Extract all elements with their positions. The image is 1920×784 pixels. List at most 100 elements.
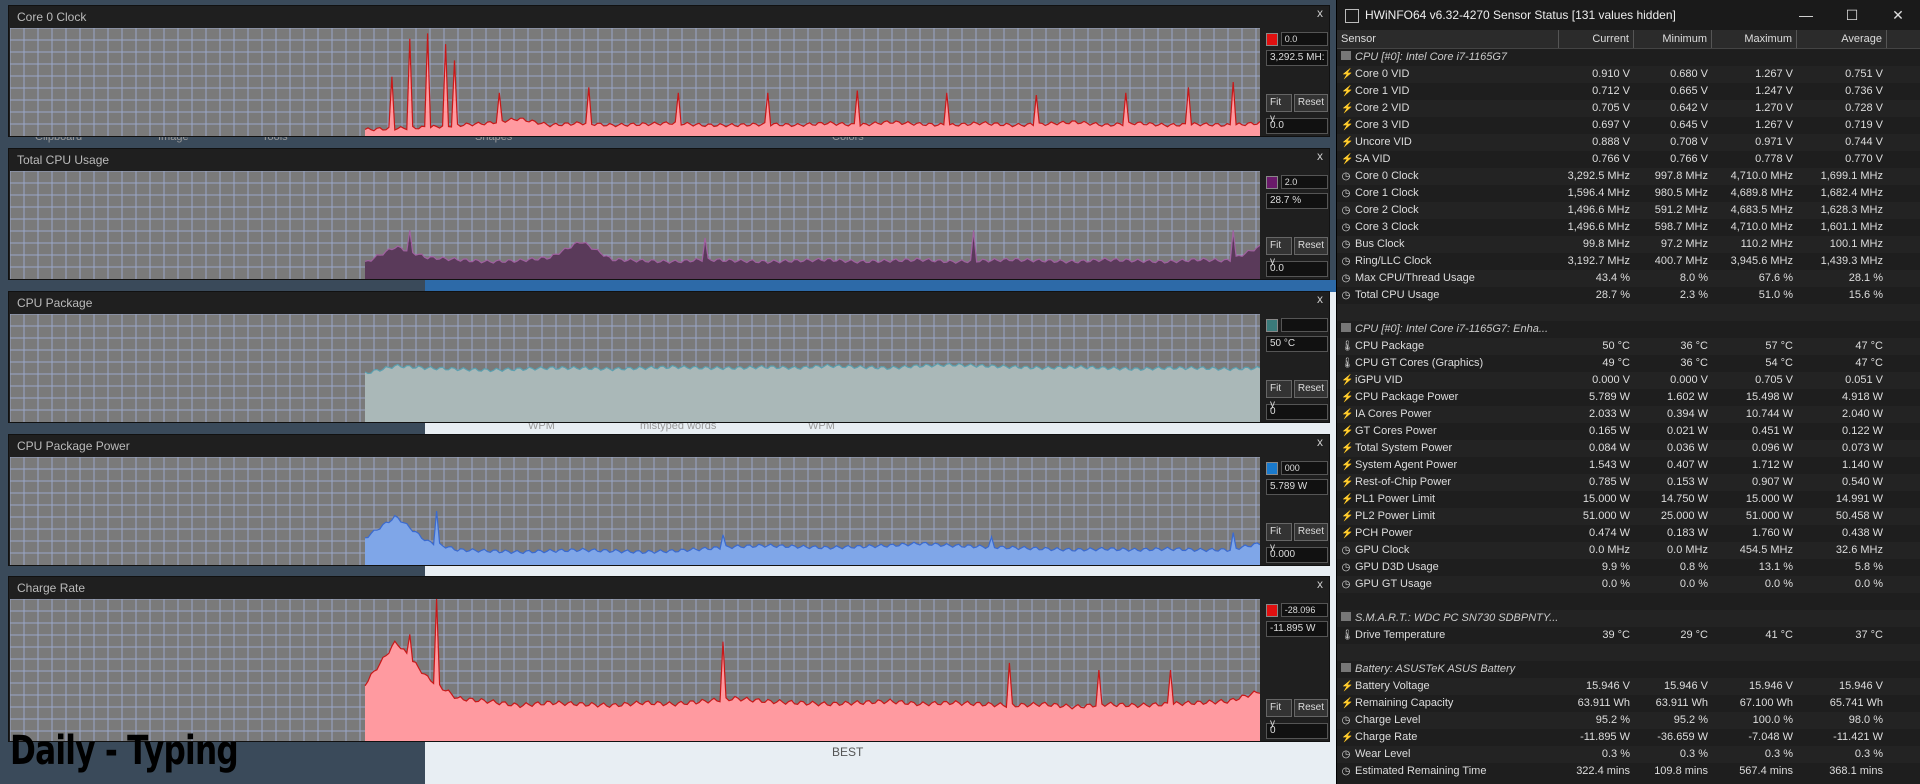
column-header-sensor[interactable]: Sensor — [1337, 30, 1559, 48]
sensor-row[interactable]: ⚡ CPU Package Power 5.789 W 1.602 W 15.498 W… — [1337, 389, 1920, 406]
sensor-row[interactable]: ◷ GPU D3D Usage 9.9 % 0.8 % 13.1 % 5.8 % — [1337, 559, 1920, 576]
sensor-row[interactable]: ⚡ PCH Power 0.474 W 0.183 W 1.760 W 0.438 W — [1337, 525, 1920, 542]
reset-button[interactable]: Reset — [1293, 699, 1328, 717]
sensor-value-minimum: 36 °C — [1680, 340, 1708, 352]
sensor-row[interactable]: ◷ Max CPU/Thread Usage 43.4 % 8.0 % 67.6 % 28… — [1337, 270, 1920, 287]
sensor-row[interactable]: ⚡ Total System Power 0.084 W 0.036 W 0.096 W… — [1337, 440, 1920, 457]
graph-close-icon[interactable]: x — [1317, 577, 1323, 591]
reset-button[interactable]: Reset — [1293, 380, 1328, 398]
series-color-swatch[interactable] — [1266, 603, 1278, 617]
column-header-average[interactable]: Average — [1797, 30, 1887, 48]
sensor-value-average: 47 °C — [1855, 340, 1883, 352]
sensor-row[interactable]: ◷ Estimated Remaining Time 322.4 mins 109.8… — [1337, 763, 1920, 780]
sensor-row[interactable]: ⚡ Core 1 VID 0.712 V 0.665 V 1.247 V 0.736 V — [1337, 83, 1920, 100]
sensor-value-minimum: 0.665 V — [1670, 85, 1708, 97]
sensor-value-minimum: 598.7 MHz — [1654, 221, 1708, 233]
sensor-row[interactable]: ◷ GPU GT Usage 0.0 % 0.0 % 0.0 % 0.0 % — [1337, 576, 1920, 593]
reset-button[interactable]: Reset — [1293, 237, 1328, 255]
graph-close-icon[interactable]: x — [1317, 435, 1323, 449]
fit-y-button[interactable]: Fit y — [1266, 237, 1292, 267]
sensor-row[interactable]: 🌡 CPU GT Cores (Graphics) 49 °C 36 °C 54 °C 4… — [1337, 355, 1920, 372]
sensor-row[interactable]: ⚡ Core 0 VID 0.910 V 0.680 V 1.267 V 0.751 V — [1337, 66, 1920, 83]
sensor-row[interactable]: ◷ Core 3 Clock 1,496.6 MHz 598.7 MHz 4,710.0… — [1337, 219, 1920, 236]
fit-y-button[interactable]: Fit y — [1266, 94, 1292, 124]
sensor-row[interactable]: ◷ Wear Level 0.3 % 0.3 % 0.3 % 0.3 % — [1337, 746, 1920, 763]
voltage-icon: ⚡ — [1341, 698, 1354, 709]
sensor-value-maximum: 0.705 V — [1755, 374, 1793, 386]
sensor-row[interactable]: ◷ Core 1 Clock 1,596.4 MHz 980.5 MHz 4,689.8… — [1337, 185, 1920, 202]
hwinfo-titlebar[interactable]: HWiNFO64 v6.32-4270 Sensor Status [131 v… — [1337, 0, 1920, 30]
graph-window[interactable]: CPU Package x 50 °C Fit yReset 0 — [8, 291, 1330, 423]
reset-button[interactable]: Reset — [1293, 94, 1328, 112]
graph-window[interactable]: CPU Package Power x 000 5.789 W Fit yReset 0.… — [8, 434, 1330, 566]
sensor-value-average: 1,682.4 MHz — [1820, 187, 1883, 199]
sensor-value-current: 95.2 % — [1595, 714, 1630, 726]
graph-window[interactable]: Charge Rate x -28.096 -11.895 W Fit yReset 0 — [8, 576, 1330, 742]
sensor-row[interactable]: ⚡ Charge Rate -11.895 W -36.659 W -7.048 W -1… — [1337, 729, 1920, 746]
sensor-row[interactable]: ⚡ iGPU VID 0.000 V 0.000 V 0.705 V 0.051 V — [1337, 372, 1920, 389]
sensor-row[interactable]: ⚡ Rest-of-Chip Power 0.785 W 0.153 W 0.907 W… — [1337, 474, 1920, 491]
sensor-group-row[interactable]: CPU [#0]: Intel Core i7-1165G7 — [1337, 49, 1920, 66]
sensor-row[interactable]: ⚡ Core 3 VID 0.697 V 0.645 V 1.267 V 0.719 V — [1337, 117, 1920, 134]
minimize-button[interactable]: — — [1783, 0, 1829, 30]
sensor-row[interactable]: ◷ Core 2 Clock 1,496.6 MHz 591.2 MHz 4,683.5… — [1337, 202, 1920, 219]
sensor-name: CPU Package — [1355, 340, 1425, 352]
sensor-row[interactable]: 🌡 Drive Temperature 39 °C 29 °C 41 °C 37 °C — [1337, 627, 1920, 644]
fit-y-button[interactable]: Fit y — [1266, 699, 1292, 729]
sensor-row[interactable]: ⚡ Battery Voltage 15.946 V 15.946 V 15.946 V… — [1337, 678, 1920, 695]
sensor-value-maximum: 1.267 V — [1755, 119, 1793, 131]
sensor-row[interactable]: ⚡ Uncore VID 0.888 V 0.708 V 0.971 V 0.744 V — [1337, 134, 1920, 151]
sensor-row[interactable]: ◷ GPU Clock 0.0 MHz 0.0 MHz 454.5 MHz 32.6 MH… — [1337, 542, 1920, 559]
sensor-name: Core 2 VID — [1355, 102, 1410, 114]
column-header-maximum[interactable]: Maximum — [1712, 30, 1797, 48]
sensor-row[interactable]: ⚡ IA Cores Power 2.033 W 0.394 W 10.744 W 2.0… — [1337, 406, 1920, 423]
sensor-value-current: 0.3 % — [1601, 748, 1630, 760]
graph-close-icon[interactable]: x — [1317, 6, 1323, 20]
sensor-row[interactable]: ◷ Core 0 Clock 3,292.5 MHz 997.8 MHz 4,710.0… — [1337, 168, 1920, 185]
sensor-row[interactable]: ⚡ GT Cores Power 0.165 W 0.021 W 0.451 W 0.12… — [1337, 423, 1920, 440]
clock-icon: ◷ — [1341, 766, 1351, 777]
column-header-current[interactable]: Current — [1559, 30, 1634, 48]
sensor-value-average: 50.458 W — [1835, 510, 1883, 522]
close-button[interactable]: ✕ — [1875, 0, 1920, 30]
graph-close-icon[interactable]: x — [1317, 292, 1323, 306]
sensor-row[interactable]: ◷ Charge Level 95.2 % 95.2 % 100.0 % 98.0 % — [1337, 712, 1920, 729]
sensor-value-average: 1.140 W — [1842, 459, 1883, 471]
graph-window[interactable]: Core 0 Clock x 0.0 3,292.5 MH: Fit yReset 0.0 — [8, 5, 1330, 137]
fit-y-button[interactable]: Fit y — [1266, 380, 1292, 410]
series-color-swatch[interactable] — [1266, 32, 1278, 46]
voltage-icon: ⚡ — [1341, 392, 1354, 403]
voltage-icon: ⚡ — [1341, 443, 1354, 454]
series-color-swatch[interactable] — [1266, 461, 1278, 475]
reset-button[interactable]: Reset — [1293, 523, 1328, 541]
sensor-row[interactable]: ⚡ Remaining Capacity 63.911 Wh 63.911 Wh 67.… — [1337, 695, 1920, 712]
sensor-row[interactable]: ⚡ System Agent Power 1.543 W 0.407 W 1.712 W… — [1337, 457, 1920, 474]
sensor-row[interactable]: ⚡ PL1 Power Limit 15.000 W 14.750 W 15.000 W… — [1337, 491, 1920, 508]
fit-y-button[interactable]: Fit y — [1266, 523, 1292, 553]
sensor-row[interactable]: ◷ Total CPU Usage 28.7 % 2.3 % 51.0 % 15.6 % — [1337, 287, 1920, 304]
sensor-value-minimum: 0.0 MHz — [1667, 544, 1708, 556]
sensor-group-row[interactable]: Battery: ASUSTeK ASUS Battery — [1337, 661, 1920, 678]
sensor-value-minimum: 63.911 Wh — [1655, 697, 1708, 709]
series-color-swatch[interactable] — [1266, 318, 1278, 332]
sensor-group-row[interactable]: S.M.A.R.T.: WDC PC SN730 SDBPNTY... — [1337, 610, 1920, 627]
graph-close-icon[interactable]: x — [1317, 149, 1323, 163]
sensor-row[interactable]: ⚡ Core 2 VID 0.705 V 0.642 V 1.270 V 0.728 V — [1337, 100, 1920, 117]
graph-controls: 000 5.789 W Fit yReset 0.000 — [1266, 461, 1328, 563]
sensor-value-current: 0.910 V — [1592, 68, 1630, 80]
sensor-name: Uncore VID — [1355, 136, 1412, 148]
sensor-row[interactable]: ⚡ PL2 Power Limit 51.000 W 25.000 W 51.000 W… — [1337, 508, 1920, 525]
sensor-name: PL1 Power Limit — [1355, 493, 1436, 505]
sensor-value-average: 1,601.1 MHz — [1820, 221, 1883, 233]
series-color-swatch[interactable] — [1266, 175, 1278, 189]
sensor-row[interactable]: ◷ Bus Clock 99.8 MHz 97.2 MHz 110.2 MHz 100.1… — [1337, 236, 1920, 253]
sensor-row[interactable]: ◷ Ring/LLC Clock 3,192.7 MHz 400.7 MHz 3,945… — [1337, 253, 1920, 270]
sensor-row[interactable]: ⚡ SA VID 0.766 V 0.766 V 0.778 V 0.770 V — [1337, 151, 1920, 168]
column-header-minimum[interactable]: Minimum — [1634, 30, 1712, 48]
sensor-value-minimum: 0.036 W — [1667, 442, 1708, 454]
maximize-button[interactable]: ☐ — [1829, 0, 1875, 30]
graph-window[interactable]: Total CPU Usage x 2.0 28.7 % Fit yReset 0.0 — [8, 148, 1330, 280]
sensor-row[interactable]: 🌡 CPU Package 50 °C 36 °C 57 °C 47 °C — [1337, 338, 1920, 355]
sensor-group-row[interactable]: CPU [#0]: Intel Core i7-1165G7: Enha... — [1337, 321, 1920, 338]
sensor-value-current: 1.543 W — [1589, 459, 1630, 471]
